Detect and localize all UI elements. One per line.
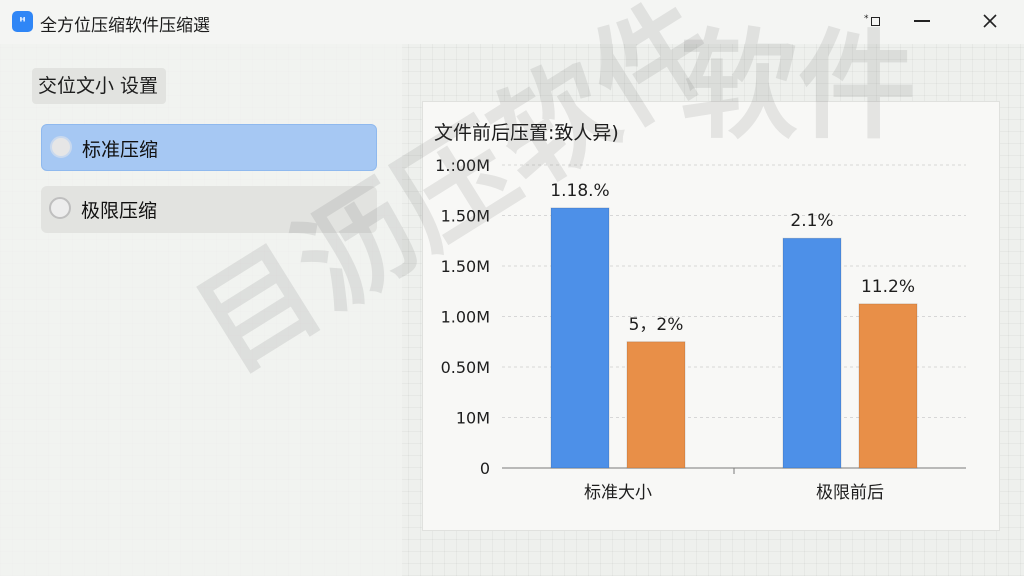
close-button[interactable] bbox=[968, 6, 1012, 36]
settings-section-label: 交位文小 设置 bbox=[32, 68, 167, 104]
y-tick-label: 1.:00M bbox=[435, 156, 490, 175]
x-category-label: 标准大小 bbox=[584, 483, 652, 503]
data-label: 5，2% bbox=[629, 315, 684, 335]
y-tick-label: 1.50M bbox=[441, 257, 490, 276]
pin-icon: * bbox=[864, 15, 880, 27]
data-label: 2.1% bbox=[790, 211, 833, 231]
bar bbox=[626, 341, 686, 469]
radio-button[interactable] bbox=[50, 136, 72, 158]
close-icon bbox=[983, 14, 997, 28]
title-bar: ᴴ 全方位压缩软件压缩選 * bbox=[0, 0, 1024, 44]
minimize-icon bbox=[914, 20, 930, 22]
bar bbox=[550, 207, 610, 469]
window-title: 全方位压缩软件压缩選 bbox=[40, 16, 210, 36]
bar bbox=[782, 237, 842, 469]
y-tick-label: 10M bbox=[456, 409, 490, 428]
compression-bar-chart: 0 10M 0.50M 1.00M 1.50M 1.50M 1.:00M 1.18.% 5，2%… bbox=[435, 156, 966, 503]
app-logo-icon: ᴴ bbox=[12, 11, 33, 32]
y-tick-label: 1.00M bbox=[441, 308, 490, 327]
y-tick-label: 0 bbox=[480, 459, 490, 478]
data-label: 1.18.% bbox=[550, 181, 609, 201]
radio-button[interactable] bbox=[49, 197, 71, 219]
pin-window-button[interactable]: * bbox=[850, 6, 894, 36]
data-label: 11.2% bbox=[861, 277, 915, 297]
y-tick-label: 0.50M bbox=[441, 358, 490, 377]
x-category-label: 极限前后 bbox=[816, 483, 884, 503]
option-extreme-compression[interactable]: 极限压缩 bbox=[41, 186, 377, 233]
option-label: 标准压缩 bbox=[82, 139, 159, 161]
minimize-button[interactable] bbox=[900, 6, 944, 36]
y-tick-label: 1.50M bbox=[441, 207, 490, 226]
bar bbox=[858, 303, 918, 469]
option-standard-compression[interactable]: 标准压缩 bbox=[41, 124, 377, 171]
option-label: 极限压缩 bbox=[81, 200, 158, 222]
